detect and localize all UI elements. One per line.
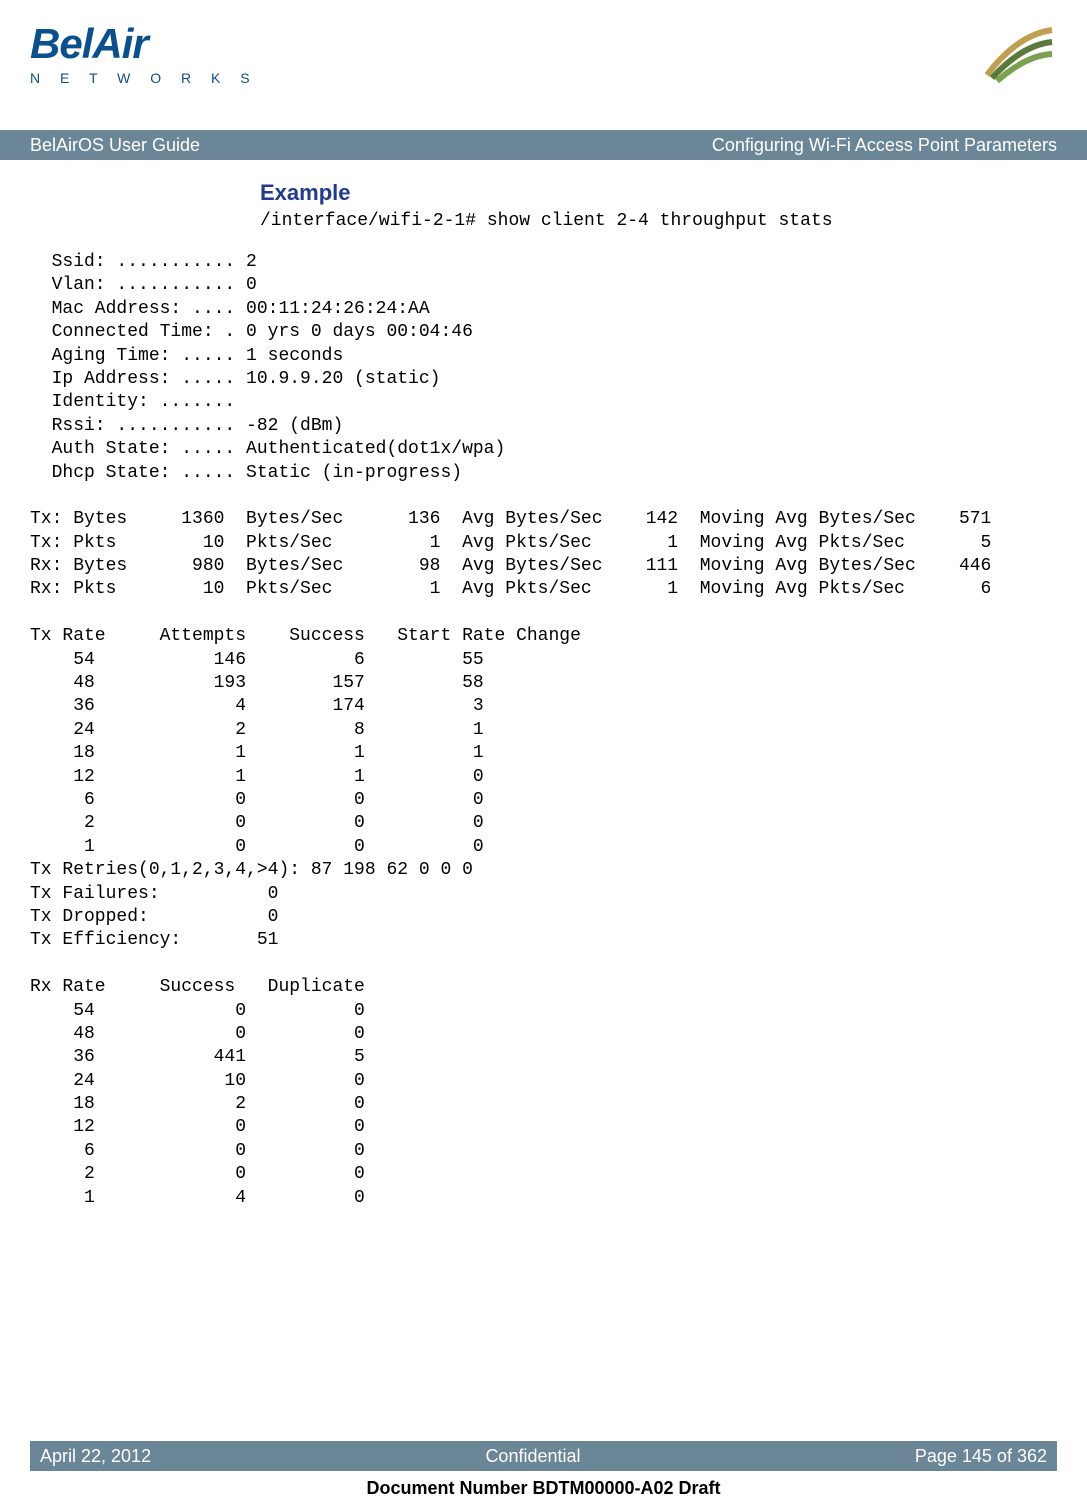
section-title: Configuring Wi-Fi Access Point Parameter… (712, 135, 1057, 156)
command-line: /interface/wifi-2-1# show client 2-4 thr… (260, 211, 1057, 231)
document-number: Document Number BDTM00000-A02 Draft (0, 1478, 1087, 1499)
page-content: Example /interface/wifi-2-1# show client… (0, 160, 1087, 1230)
footer-bar: April 22, 2012 Confidential Page 145 of … (30, 1441, 1057, 1471)
terminal-output: Ssid: ........... 2 Vlan: ........... 0 … (30, 251, 1057, 1210)
brand-logo: BelAir N E T W O R K S (30, 20, 258, 86)
brand-emblem-icon (977, 20, 1057, 85)
footer-page: Page 145 of 362 (915, 1446, 1047, 1467)
footer-date: April 22, 2012 (40, 1446, 151, 1467)
example-heading: Example (260, 180, 1057, 206)
footer-classification: Confidential (485, 1446, 580, 1467)
logo-subtext: N E T W O R K S (30, 70, 258, 86)
title-bar: BelAirOS User Guide Configuring Wi-Fi Ac… (0, 130, 1087, 160)
logo-brand-text: BelAir (30, 20, 258, 68)
guide-title: BelAirOS User Guide (30, 135, 200, 156)
page-header: BelAir N E T W O R K S (0, 0, 1087, 130)
